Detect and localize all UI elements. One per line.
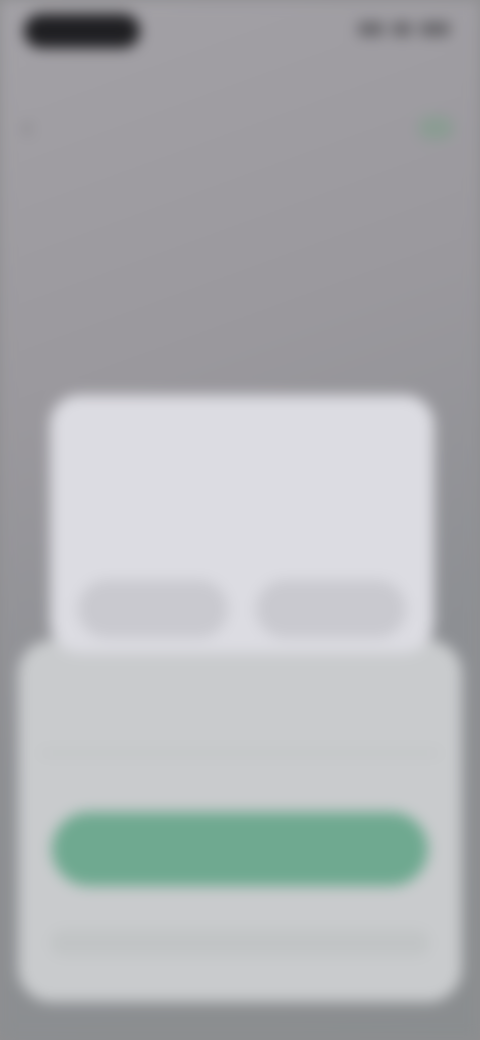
header-action-button[interactable]	[418, 116, 454, 140]
wifi-icon	[392, 22, 412, 36]
back-button[interactable]: ‹	[22, 110, 50, 142]
status-time: 9:41	[24, 14, 140, 48]
chevron-left-icon: ‹	[22, 108, 33, 144]
signal-icon	[358, 22, 384, 36]
primary-action-button[interactable]	[52, 812, 428, 886]
dialog-primary-button[interactable]	[256, 580, 406, 638]
status-bar: 9:41	[0, 0, 480, 60]
dialog-secondary-button[interactable]	[78, 580, 228, 638]
sheet-divider	[40, 752, 440, 754]
app-screen: 9:41 ‹	[0, 0, 480, 1040]
sheet-footer-text	[50, 930, 430, 956]
status-icons	[350, 22, 450, 42]
battery-icon	[420, 22, 450, 36]
